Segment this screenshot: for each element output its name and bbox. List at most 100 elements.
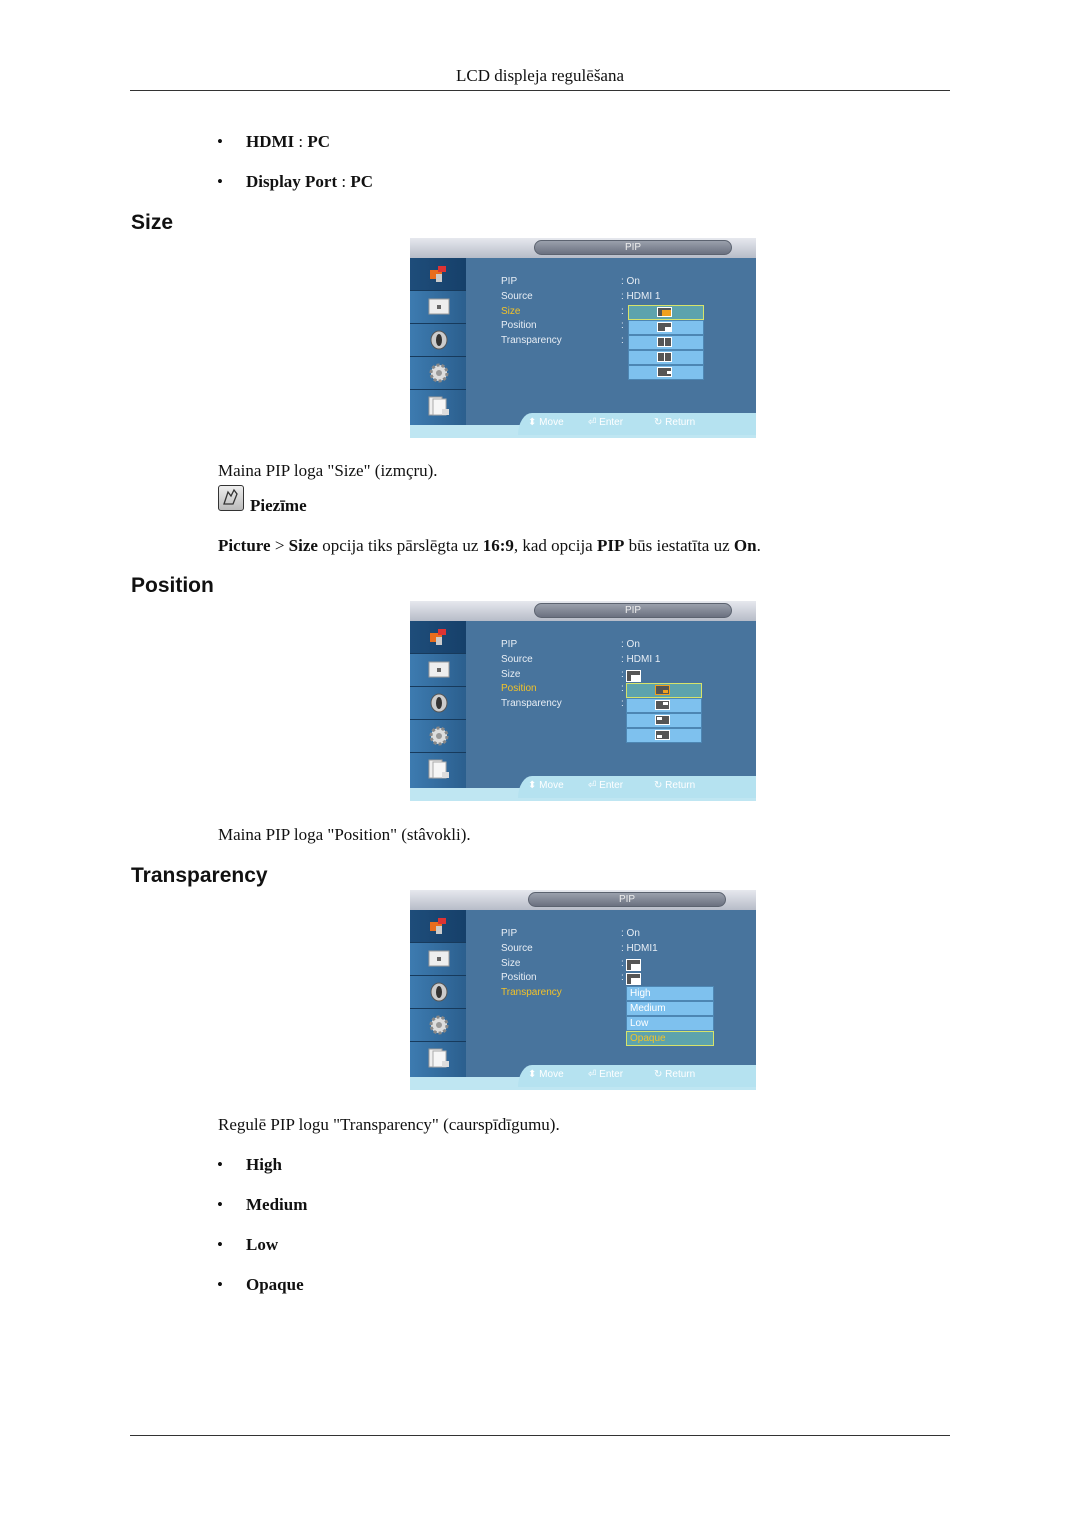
osd-label-transparency: Transparency xyxy=(501,698,562,709)
position-bottom-left-icon xyxy=(655,730,670,740)
transparency-description: Regulē PIP logu "Transparency" (caurspīd… xyxy=(218,1115,560,1134)
size-side-icon xyxy=(657,367,672,377)
source-bullet-displayport: • Display Port : PC xyxy=(217,172,374,191)
size-option-1[interactable] xyxy=(628,305,704,320)
osd-value-pip: : On xyxy=(621,639,640,650)
osd-value-colon: : xyxy=(621,698,624,709)
osd-label-size: Size xyxy=(501,958,521,969)
osd-value-colon: : xyxy=(621,958,624,969)
sound-menu-icon xyxy=(410,976,466,1009)
osd-screen-size: PIP PIP Source Size Position Transparenc… xyxy=(410,238,756,438)
setup-menu-icon xyxy=(410,357,466,390)
footer-rule xyxy=(130,1435,950,1436)
osd-label-source: Source xyxy=(501,291,533,302)
note-icon xyxy=(218,485,244,511)
position-option-top-left[interactable] xyxy=(626,713,702,728)
osd-screen-position: PIP PIP Source Size Position Transparenc… xyxy=(410,601,756,801)
position-option-top-right[interactable] xyxy=(626,698,702,713)
multi-control-menu-icon xyxy=(410,753,466,789)
picture-menu-icon xyxy=(410,910,466,943)
transparency-bullet-opaque: • Opaque xyxy=(217,1275,304,1294)
osd-label-position[interactable]: Position xyxy=(501,683,537,694)
screen-menu-icon xyxy=(410,654,466,687)
osd-label-size: Size xyxy=(501,669,521,680)
return-hint: ↻ Return xyxy=(654,417,696,428)
osd-menu-panel: PIP Source Size Position Transparency : … xyxy=(466,258,756,425)
osd-menu-panel: PIP Source Size Position Transparency : … xyxy=(466,621,756,788)
position-option-bottom-right[interactable] xyxy=(626,683,702,698)
position-current-icon xyxy=(626,973,641,985)
transparency-bullet-low: • Low xyxy=(217,1235,279,1254)
osd-value-colon: : xyxy=(621,972,624,983)
enter-hint: ⏎ Enter xyxy=(588,1069,624,1080)
position-top-right-icon xyxy=(655,700,670,710)
osd-footer: ⬍ Move ⏎ Enter ↻ Return xyxy=(518,776,756,798)
screen-menu-icon xyxy=(410,943,466,976)
size-small-icon xyxy=(657,322,672,332)
enter-hint: ⏎ Enter xyxy=(588,417,624,428)
transparency-bullet-high: • High xyxy=(217,1155,282,1174)
osd-label-transparency: Transparency xyxy=(501,335,562,346)
position-description: Maina PIP loga "Position" (stâvokli). xyxy=(218,825,471,844)
transparency-heading: Transparency xyxy=(131,864,268,887)
osd-value-source: : HDMI1 xyxy=(621,943,658,954)
osd-label-size[interactable]: Size xyxy=(501,306,520,317)
sound-menu-icon xyxy=(410,687,466,720)
osd-screen-transparency: PIP PIP Source Size Position Transparenc… xyxy=(410,890,756,1090)
osd-label-source: Source xyxy=(501,943,533,954)
source-bullet-hdmi: • HDMI : PC xyxy=(217,132,331,151)
transparency-option-high[interactable]: High xyxy=(626,986,714,1001)
size-option-3[interactable] xyxy=(628,335,704,350)
osd-label-pip: PIP xyxy=(501,639,518,650)
size-option-4[interactable] xyxy=(628,350,704,365)
setup-menu-icon xyxy=(410,1009,466,1042)
osd-label-pip: PIP xyxy=(501,928,518,939)
return-hint: ↻ Return xyxy=(654,780,696,791)
transparency-option-low[interactable]: Low xyxy=(626,1016,714,1031)
osd-value-colon: : xyxy=(621,306,624,317)
osd-menu-panel: PIP Source Size Position Transparency : … xyxy=(466,910,756,1077)
size-option-5[interactable] xyxy=(628,365,704,380)
osd-title: PIP xyxy=(528,892,726,907)
osd-label-position: Position xyxy=(501,320,537,331)
move-hint: ⬍ Move xyxy=(528,1069,564,1080)
note-label: Piezīme xyxy=(250,496,307,515)
size-option-2[interactable] xyxy=(628,320,704,335)
size-current-icon xyxy=(626,670,641,682)
osd-sidebar xyxy=(410,621,466,789)
size-heading: Size xyxy=(131,211,174,234)
osd-label-source: Source xyxy=(501,654,533,665)
size-note-text: Picture > Size opcija tiks pārslēgta uz … xyxy=(218,536,761,555)
osd-sidebar xyxy=(410,258,466,426)
osd-title: PIP xyxy=(534,603,732,618)
screen-menu-icon xyxy=(410,291,466,324)
picture-menu-icon xyxy=(410,621,466,654)
setup-menu-icon xyxy=(410,720,466,753)
transparency-option-opaque[interactable]: Opaque xyxy=(626,1031,714,1046)
transparency-option-medium[interactable]: Medium xyxy=(626,1001,714,1016)
size-large-icon xyxy=(657,307,672,317)
osd-sidebar xyxy=(410,910,466,1078)
osd-value-colon: : xyxy=(621,335,624,346)
position-bottom-right-icon xyxy=(655,685,670,695)
size-double-icon xyxy=(657,337,672,347)
osd-footer: ⬍ Move ⏎ Enter ↻ Return xyxy=(518,413,756,435)
transparency-bullet-medium: • Medium xyxy=(217,1195,308,1214)
position-option-bottom-left[interactable] xyxy=(626,728,702,743)
return-hint: ↻ Return xyxy=(654,1069,696,1080)
size-description: Maina PIP loga "Size" (izmçru). xyxy=(218,461,438,480)
enter-hint: ⏎ Enter xyxy=(588,780,624,791)
osd-value-source: : HDMI 1 xyxy=(621,654,661,665)
header-rule xyxy=(130,90,950,91)
size-current-icon xyxy=(626,959,641,971)
osd-label-pip: PIP xyxy=(501,276,518,287)
osd-footer: ⬍ Move ⏎ Enter ↻ Return xyxy=(518,1065,756,1087)
osd-label-transparency[interactable]: Transparency xyxy=(501,987,562,998)
position-heading: Position xyxy=(131,574,214,597)
sound-menu-icon xyxy=(410,324,466,357)
osd-value-pip: : On xyxy=(621,276,640,287)
position-top-left-icon xyxy=(655,715,670,725)
multi-control-menu-icon xyxy=(410,390,466,426)
osd-value-colon: : xyxy=(621,683,624,694)
osd-value-pip: : On xyxy=(621,928,640,939)
